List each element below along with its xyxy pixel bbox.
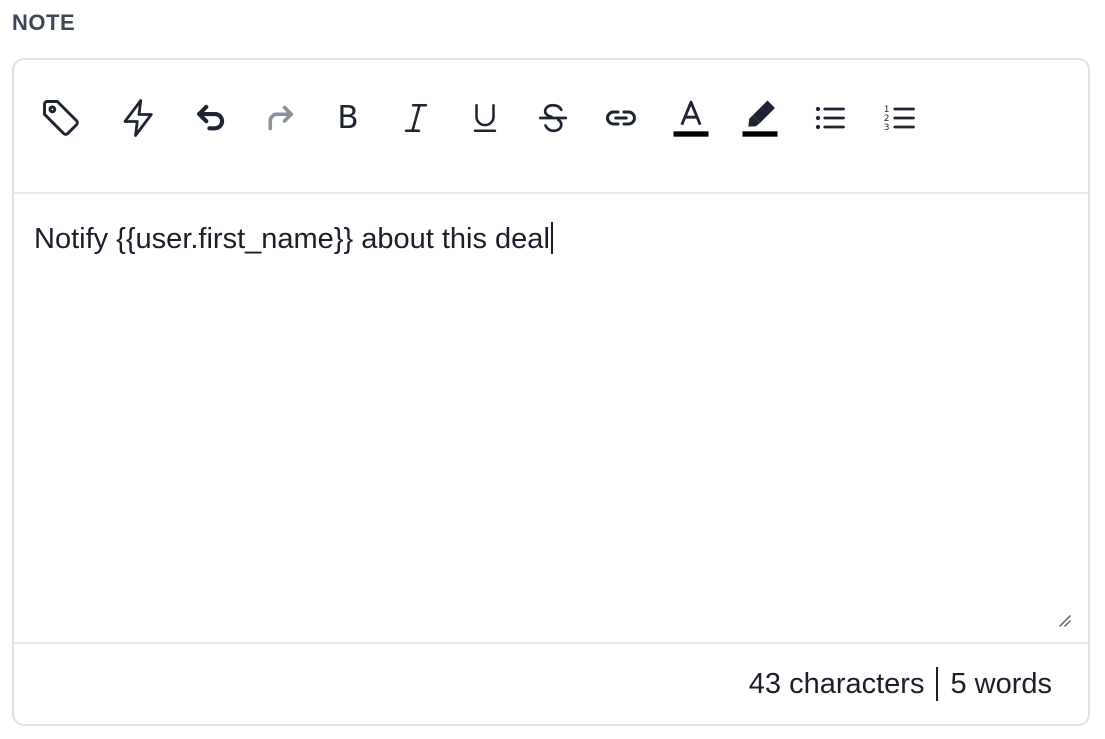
strikethrough-button[interactable]	[529, 94, 577, 142]
field-label: NOTE	[12, 10, 76, 35]
editor-content-area[interactable]: Notify {{user.first_name}} about this de…	[14, 194, 1088, 644]
dynamic-field-button[interactable]	[115, 94, 163, 142]
numbered-list-icon: 1 2 3	[884, 105, 915, 133]
italic-button[interactable]	[392, 94, 440, 142]
redo-icon	[268, 105, 294, 131]
undo-button[interactable]	[187, 94, 235, 142]
svg-text:3: 3	[884, 123, 890, 133]
italic-icon	[404, 103, 428, 133]
editor-footer: 43 characters 5 words	[14, 642, 1088, 724]
character-count: 43 characters	[748, 667, 925, 700]
highlight-button[interactable]	[736, 94, 784, 142]
word-count: 5 words	[950, 667, 1052, 700]
underline-button[interactable]	[461, 94, 509, 142]
link-icon	[606, 110, 636, 126]
tag-icon	[43, 100, 79, 136]
editor-text[interactable]: Notify {{user.first_name}} about this de…	[34, 222, 553, 256]
bullet-list-icon	[815, 106, 845, 130]
rich-text-editor: B 1 2 3 Notify {{user.first_name}} about…	[12, 58, 1090, 726]
text-color-icon	[673, 100, 709, 137]
editor-text-value: Notify {{user.first_name}} about this de…	[34, 223, 550, 255]
editor-toolbar: B 1 2 3	[14, 60, 1088, 194]
strikethrough-icon	[538, 103, 568, 133]
highlight-icon	[742, 100, 778, 137]
bold-icon: B	[337, 99, 359, 136]
redo-button[interactable]	[256, 94, 304, 142]
count-separator	[936, 667, 939, 701]
bold-button[interactable]: B	[324, 94, 372, 142]
text-color-button[interactable]	[667, 94, 715, 142]
undo-icon	[197, 104, 225, 131]
lightning-icon	[123, 99, 153, 137]
resize-handle-icon[interactable]	[1052, 608, 1072, 628]
text-caret	[550, 222, 553, 254]
link-button[interactable]	[597, 94, 645, 142]
bullet-list-button[interactable]	[806, 94, 854, 142]
numbered-list-button[interactable]: 1 2 3	[876, 94, 924, 142]
underline-icon	[473, 103, 497, 133]
tag-button[interactable]	[37, 94, 85, 142]
